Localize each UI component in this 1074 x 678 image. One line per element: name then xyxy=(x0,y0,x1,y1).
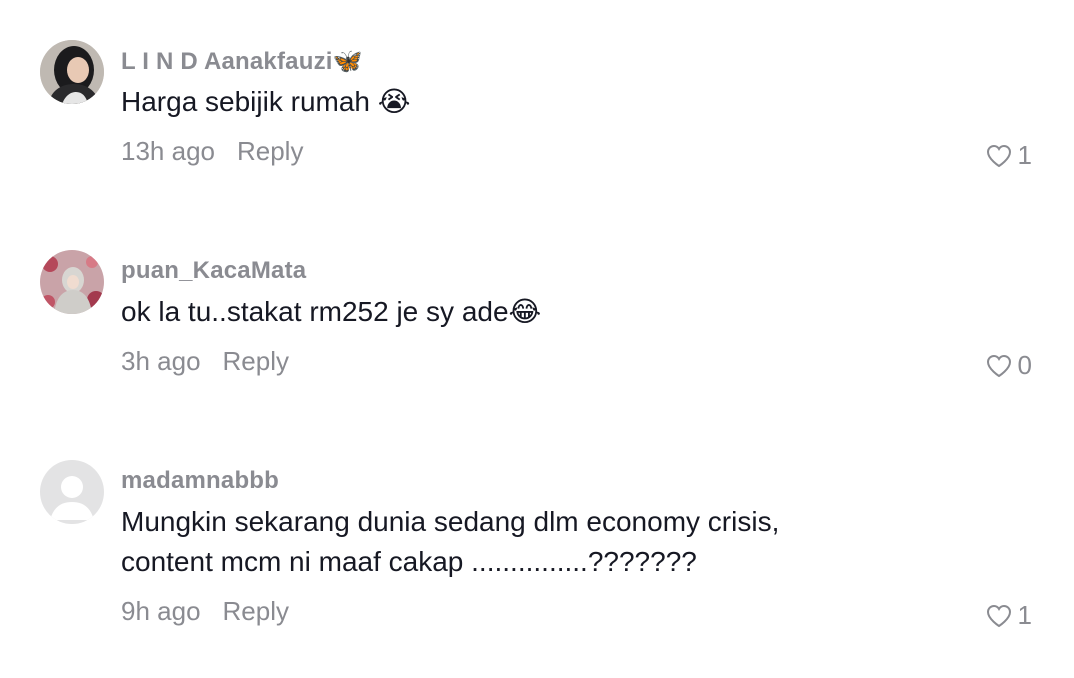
comment-text: Harga sebijik rumah 😭 xyxy=(121,86,411,117)
person-silhouette-icon xyxy=(40,460,104,524)
avatar[interactable] xyxy=(40,250,104,314)
comment-timestamp: 13h ago xyxy=(121,136,215,166)
comment-text: Mungkin sekarang dunia sedang dlm econom… xyxy=(121,506,780,577)
heart-outline-icon xyxy=(986,144,1011,167)
comment-meta: 9h ago Reply xyxy=(121,596,289,627)
comment-timestamp: 9h ago xyxy=(121,596,201,626)
avatar[interactable] xyxy=(40,40,104,104)
comment-meta: 13h ago Reply xyxy=(121,136,303,167)
like-count: 1 xyxy=(1017,140,1032,170)
comment-username[interactable]: puan_KacaMata xyxy=(121,257,306,285)
like-button[interactable]: 0 xyxy=(986,350,1032,381)
like-count: 0 xyxy=(1017,350,1032,380)
reply-button[interactable]: Reply xyxy=(237,136,303,166)
comment-username[interactable]: madamnabbb xyxy=(121,467,279,495)
like-button[interactable]: 1 xyxy=(986,600,1032,631)
like-button[interactable]: 1 xyxy=(986,140,1032,171)
reply-button[interactable]: Reply xyxy=(223,596,289,626)
heart-outline-icon xyxy=(986,354,1011,377)
comment-username[interactable]: L I N D Aanakfauzi🦋 xyxy=(121,47,363,76)
like-count: 1 xyxy=(1017,600,1032,630)
comment-meta: 3h ago Reply xyxy=(121,346,289,377)
reply-button[interactable]: Reply xyxy=(223,346,289,376)
avatar[interactable] xyxy=(40,460,104,524)
heart-outline-icon xyxy=(986,604,1011,627)
comment-timestamp: 3h ago xyxy=(121,346,201,376)
comment-text: ok la tu..stakat rm252 je sy ade😂 xyxy=(121,296,542,327)
